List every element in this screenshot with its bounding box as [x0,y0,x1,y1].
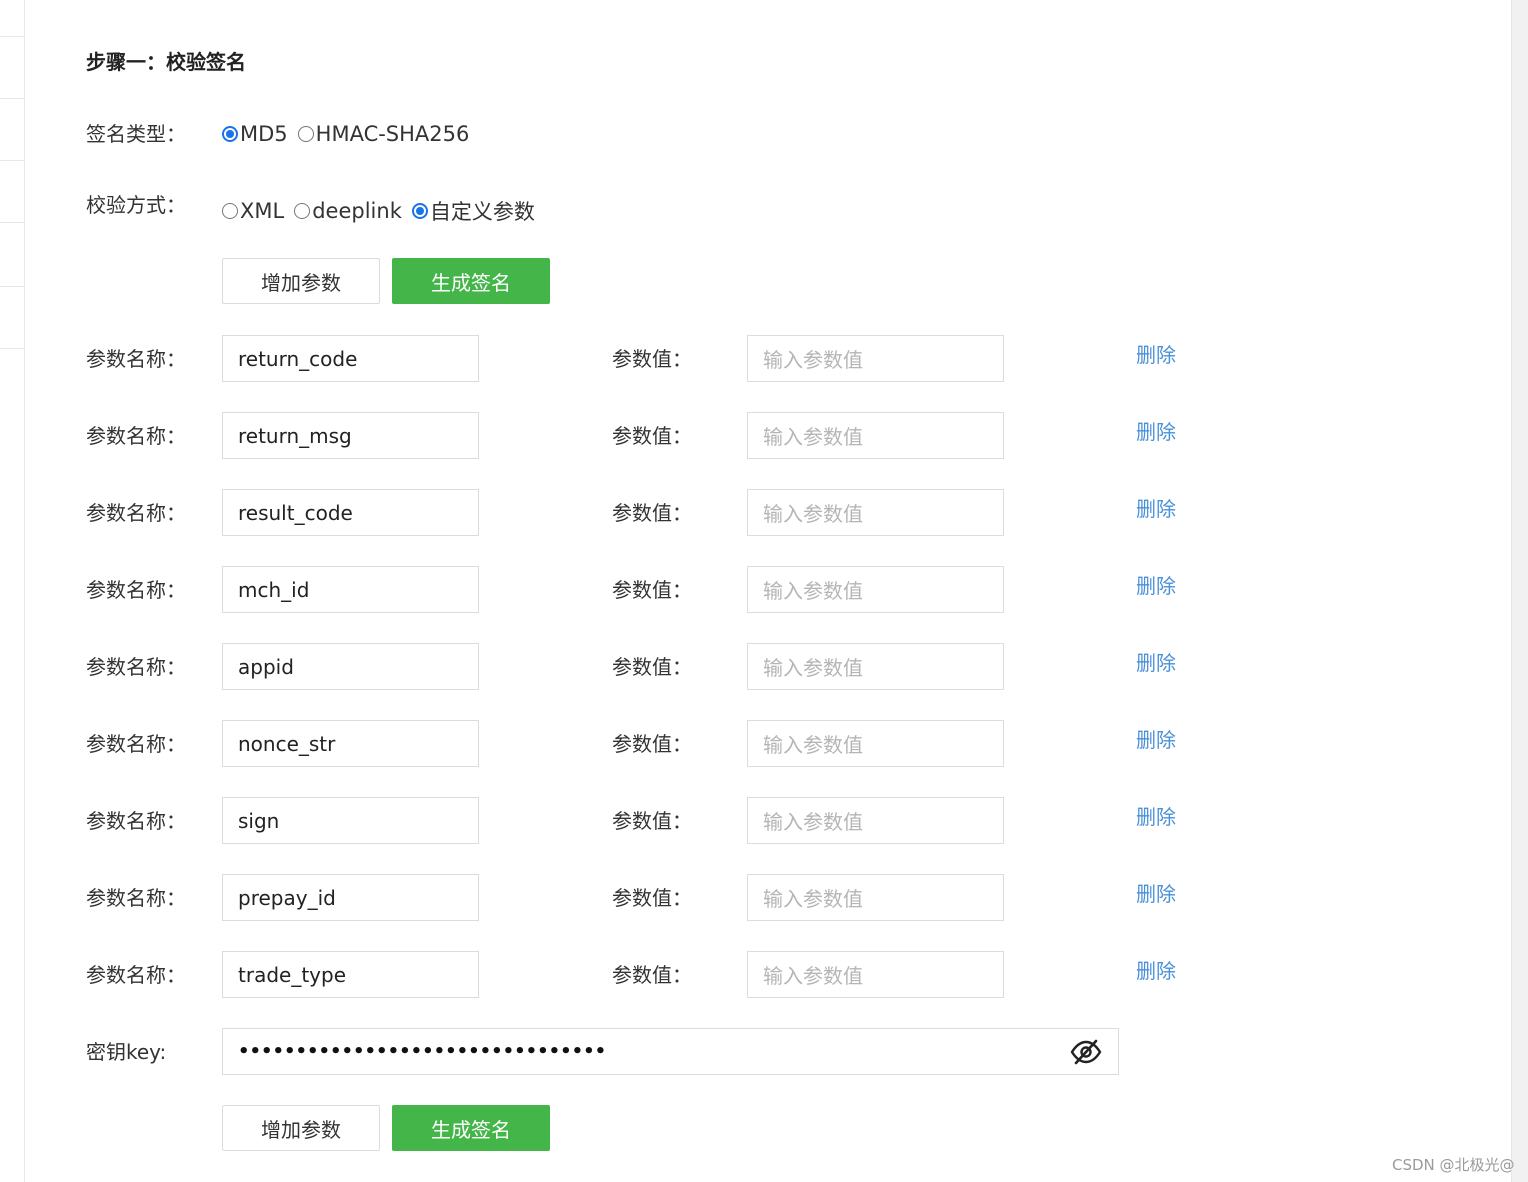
param-value-label: 参数值： [612,655,692,679]
param-name-label: 参数名称： [86,963,186,987]
verify-method-radio-group: XML deeplink 自定义参数 [222,196,545,226]
param-name-input[interactable]: prepay_id [222,874,479,921]
verify-method-label: 校验方式： [86,193,186,217]
radio-custom-params-label: 自定义参数 [429,200,535,224]
param-value-input[interactable]: 输入参数值 [747,720,1004,767]
param-value-input[interactable]: 输入参数值 [747,335,1004,382]
page-title: 步骤一：校验签名 [86,50,246,74]
param-name-label: 参数名称： [86,886,186,910]
param-value-label: 参数值： [612,963,692,987]
param-value-input[interactable]: 输入参数值 [747,951,1004,998]
param-value-input[interactable]: 输入参数值 [747,412,1004,459]
param-name-label: 参数名称： [86,578,186,602]
param-name-label: 参数名称： [86,809,186,833]
param-value-label: 参数值： [612,732,692,756]
param-name-label: 参数名称： [86,655,186,679]
radio-hmac-sha256-indicator[interactable] [297,126,314,142]
param-value-label: 参数值： [612,809,692,833]
param-name-label: 参数名称： [86,424,186,448]
radio-hmac-sha256-label: HMAC-SHA256 [315,122,470,146]
rail-divider [0,160,24,161]
scrollbar[interactable] [1511,0,1528,1182]
param-value-label: 参数值： [612,578,692,602]
delete-param-link[interactable]: 删除 [1136,878,1176,907]
radio-xml[interactable]: XML [222,199,284,223]
param-name-input[interactable]: return_msg [222,412,479,459]
delete-param-link[interactable]: 删除 [1136,339,1176,368]
add-param-button[interactable]: 增加参数 [222,258,380,304]
radio-md5-label: MD5 [240,122,288,146]
param-name-input[interactable]: nonce_str [222,720,479,767]
radio-md5-indicator[interactable] [222,126,238,142]
param-value-label: 参数值： [612,501,692,525]
eye-slash-icon-svg [1070,1039,1102,1064]
param-name-input[interactable]: return_code [222,335,479,382]
radio-custom-params-indicator[interactable] [411,203,428,219]
generate-sign-button-bottom[interactable]: 生成签名 [392,1105,550,1151]
rail-divider [0,222,24,223]
param-value-label: 参数值： [612,886,692,910]
param-value-input[interactable]: 输入参数值 [747,489,1004,536]
param-name-input[interactable]: mch_id [222,566,479,613]
radio-xml-label: XML [240,199,285,223]
param-name-input[interactable]: trade_type [222,951,479,998]
rail-divider [0,348,24,349]
delete-param-link[interactable]: 删除 [1136,724,1176,753]
delete-param-link[interactable]: 删除 [1136,493,1176,522]
param-value-label: 参数值： [612,347,692,371]
secret-key-label: 密钥key: [86,1040,167,1064]
sign-type-label: 签名类型： [86,122,186,146]
param-value-input[interactable]: 输入参数值 [747,566,1004,613]
secret-key-input[interactable]: •••••••••••••••••••••••••••••••• [222,1028,1119,1075]
radio-hmac-sha256[interactable]: HMAC-SHA256 [297,122,470,146]
param-value-label: 参数值： [612,424,692,448]
generate-sign-button[interactable]: 生成签名 [392,258,550,304]
watermark: CSDN @北极光@ [1392,1156,1515,1174]
radio-md5[interactable]: MD5 [222,122,288,146]
delete-param-link[interactable]: 删除 [1136,801,1176,830]
delete-param-link[interactable]: 删除 [1136,647,1176,676]
rail-divider [0,98,24,99]
param-name-label: 参数名称： [86,347,186,371]
param-name-label: 参数名称： [86,732,186,756]
radio-xml-indicator[interactable] [222,203,238,219]
left-rail [0,0,25,1182]
radio-custom-params[interactable]: 自定义参数 [411,196,535,226]
param-value-input[interactable]: 输入参数值 [747,874,1004,921]
rail-divider [0,36,24,37]
param-value-input[interactable]: 输入参数值 [747,643,1004,690]
param-name-input[interactable]: appid [222,643,479,690]
param-name-input[interactable]: result_code [222,489,479,536]
radio-deeplink[interactable]: deeplink [294,199,402,223]
delete-param-link[interactable]: 删除 [1136,416,1176,445]
radio-deeplink-label: deeplink [312,199,402,223]
secret-key-value: •••••••••••••••••••••••••••••••• [238,1041,607,1062]
eye-slash-icon[interactable] [1069,1037,1103,1067]
delete-param-link[interactable]: 删除 [1136,955,1176,984]
param-name-label: 参数名称： [86,501,186,525]
param-name-input[interactable]: sign [222,797,479,844]
add-param-button-bottom[interactable]: 增加参数 [222,1105,380,1151]
rail-divider [0,286,24,287]
param-value-input[interactable]: 输入参数值 [747,797,1004,844]
delete-param-link[interactable]: 删除 [1136,570,1176,599]
sign-type-radio-group: MD5 HMAC-SHA256 [222,119,479,149]
radio-deeplink-indicator[interactable] [294,203,311,219]
